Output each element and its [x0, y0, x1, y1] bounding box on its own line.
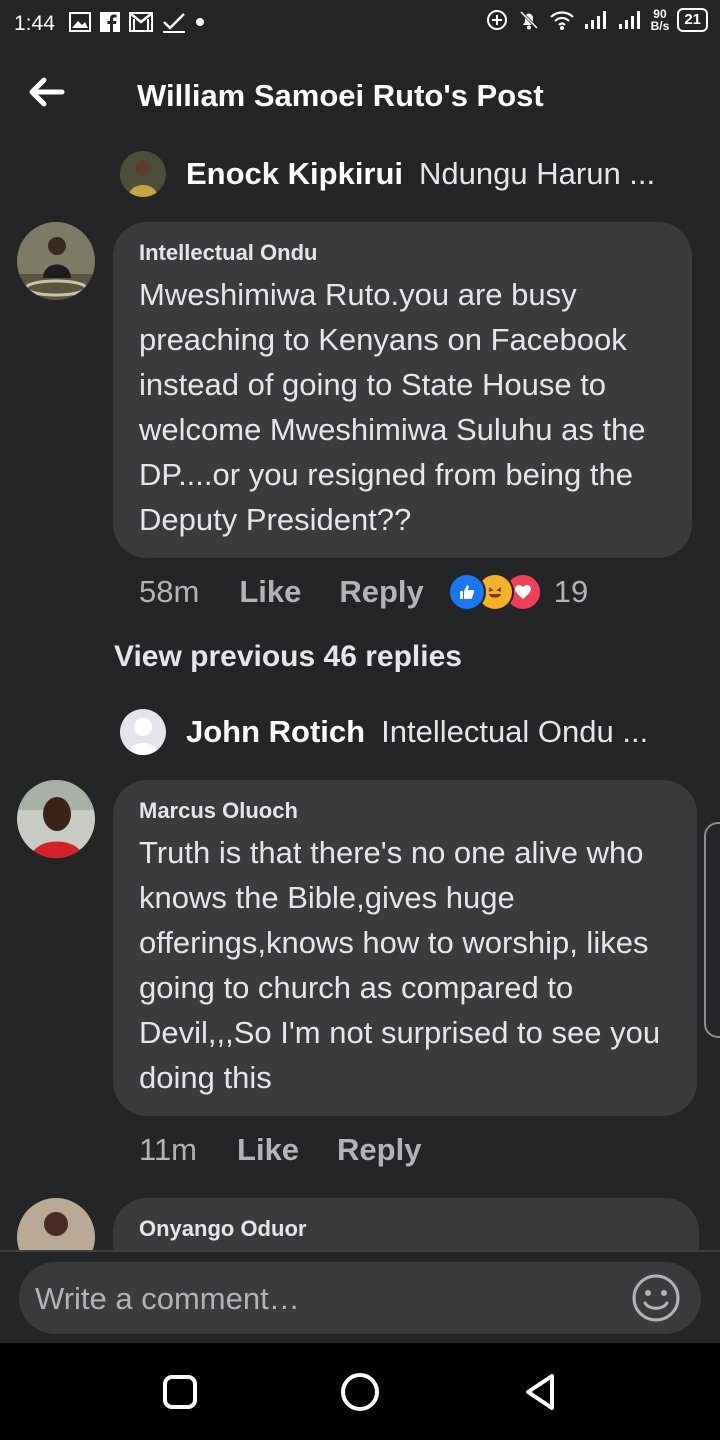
status-time: 1:44	[14, 12, 55, 35]
like-button[interactable]: Like	[239, 574, 301, 610]
comment-composer	[19, 1262, 701, 1336]
fast-scroll-handle[interactable]	[704, 822, 720, 1038]
comment-clip: Onyango Oduor	[0, 1190, 720, 1250]
battery-level: 21	[684, 11, 701, 28]
comment-bubble[interactable]: Intellectual Ondu Mweshimiwa Ruto.you ar…	[113, 222, 692, 558]
signal-icon-2	[618, 11, 640, 29]
page-title: William Samoei Ruto's Post	[137, 78, 544, 113]
comment-author[interactable]: Onyango Oduor	[139, 1216, 673, 1242]
header: William Samoei Ruto's Post	[0, 58, 720, 136]
network-speed-unit: B/s	[650, 19, 670, 33]
dot-icon	[196, 18, 204, 26]
comment-input[interactable]	[33, 1262, 617, 1336]
gallery-icon	[69, 12, 91, 32]
comment-actions: 58m Like Reply 19	[139, 570, 588, 614]
comment-text: Mweshimiwa Ruto.you are busy preaching t…	[139, 277, 646, 537]
checkmark-icon	[163, 13, 185, 33]
network-speed: 90 B/s	[651, 8, 670, 32]
comment-time: 58m	[139, 574, 200, 609]
back-triangle-icon	[526, 1374, 554, 1410]
view-previous-replies[interactable]: View previous 46 replies	[114, 640, 462, 674]
reply-button[interactable]: Reply	[339, 574, 423, 610]
comment-author[interactable]: Intellectual Ondu	[139, 240, 666, 266]
emoji-button[interactable]	[631, 1273, 681, 1323]
home-button[interactable]	[337, 1369, 383, 1415]
reaction-summary[interactable]: 19	[447, 573, 588, 611]
like-button[interactable]: Like	[237, 1132, 299, 1168]
recents-button[interactable]	[157, 1369, 203, 1415]
arrow-left-icon	[29, 77, 65, 107]
avatar[interactable]	[17, 1198, 95, 1250]
reply-author[interactable]: John Rotich	[186, 714, 365, 750]
mute-bell-icon	[519, 10, 538, 30]
reply-snippet: Intellectual Ondu ...	[381, 714, 649, 749]
gmail-icon	[129, 12, 153, 32]
home-circle-icon	[341, 1373, 379, 1411]
facebook-icon	[100, 12, 120, 32]
reply-preview[interactable]: John Rotich Intellectual Ondu ...	[120, 706, 648, 758]
comment-bubble[interactable]: Marcus Oluoch Truth is that there's no o…	[113, 780, 697, 1116]
reply-button[interactable]: Reply	[337, 1132, 421, 1168]
comment-bubble[interactable]: Onyango Oduor	[113, 1198, 699, 1250]
avatar[interactable]	[17, 222, 95, 300]
system-icons: 90 B/s 21	[485, 8, 708, 32]
notification-icons	[68, 10, 206, 34]
reply-preview[interactable]: Enock Kipkirui Ndungu Harun ...	[120, 148, 655, 200]
avatar[interactable]	[17, 780, 95, 858]
comment-time: 11m	[139, 1132, 198, 1167]
data-saver-icon	[486, 10, 507, 30]
comment-actions: 11m Like Reply	[139, 1128, 459, 1172]
status-bar: 1:44 90 B/s 21	[0, 0, 720, 50]
reaction-count[interactable]: 19	[554, 574, 588, 610]
battery-indicator: 21	[677, 8, 708, 32]
divider	[0, 1250, 720, 1252]
back-nav-button[interactable]	[517, 1369, 563, 1415]
back-button[interactable]	[22, 70, 72, 114]
avatar[interactable]	[120, 151, 166, 197]
reply-snippet: Ndungu Harun ...	[419, 156, 656, 191]
wifi-icon	[549, 11, 574, 30]
recents-square-icon	[163, 1375, 197, 1409]
smiley-icon	[632, 1274, 680, 1322]
comment-text: Truth is that there's no one alive who k…	[139, 835, 661, 1095]
system-navigation-bar	[0, 1343, 720, 1440]
comment-author[interactable]: Marcus Oluoch	[139, 798, 671, 824]
like-reaction-icon	[447, 573, 486, 611]
avatar[interactable]	[120, 709, 166, 755]
reply-author[interactable]: Enock Kipkirui	[186, 156, 403, 192]
signal-icon-1	[584, 11, 606, 29]
